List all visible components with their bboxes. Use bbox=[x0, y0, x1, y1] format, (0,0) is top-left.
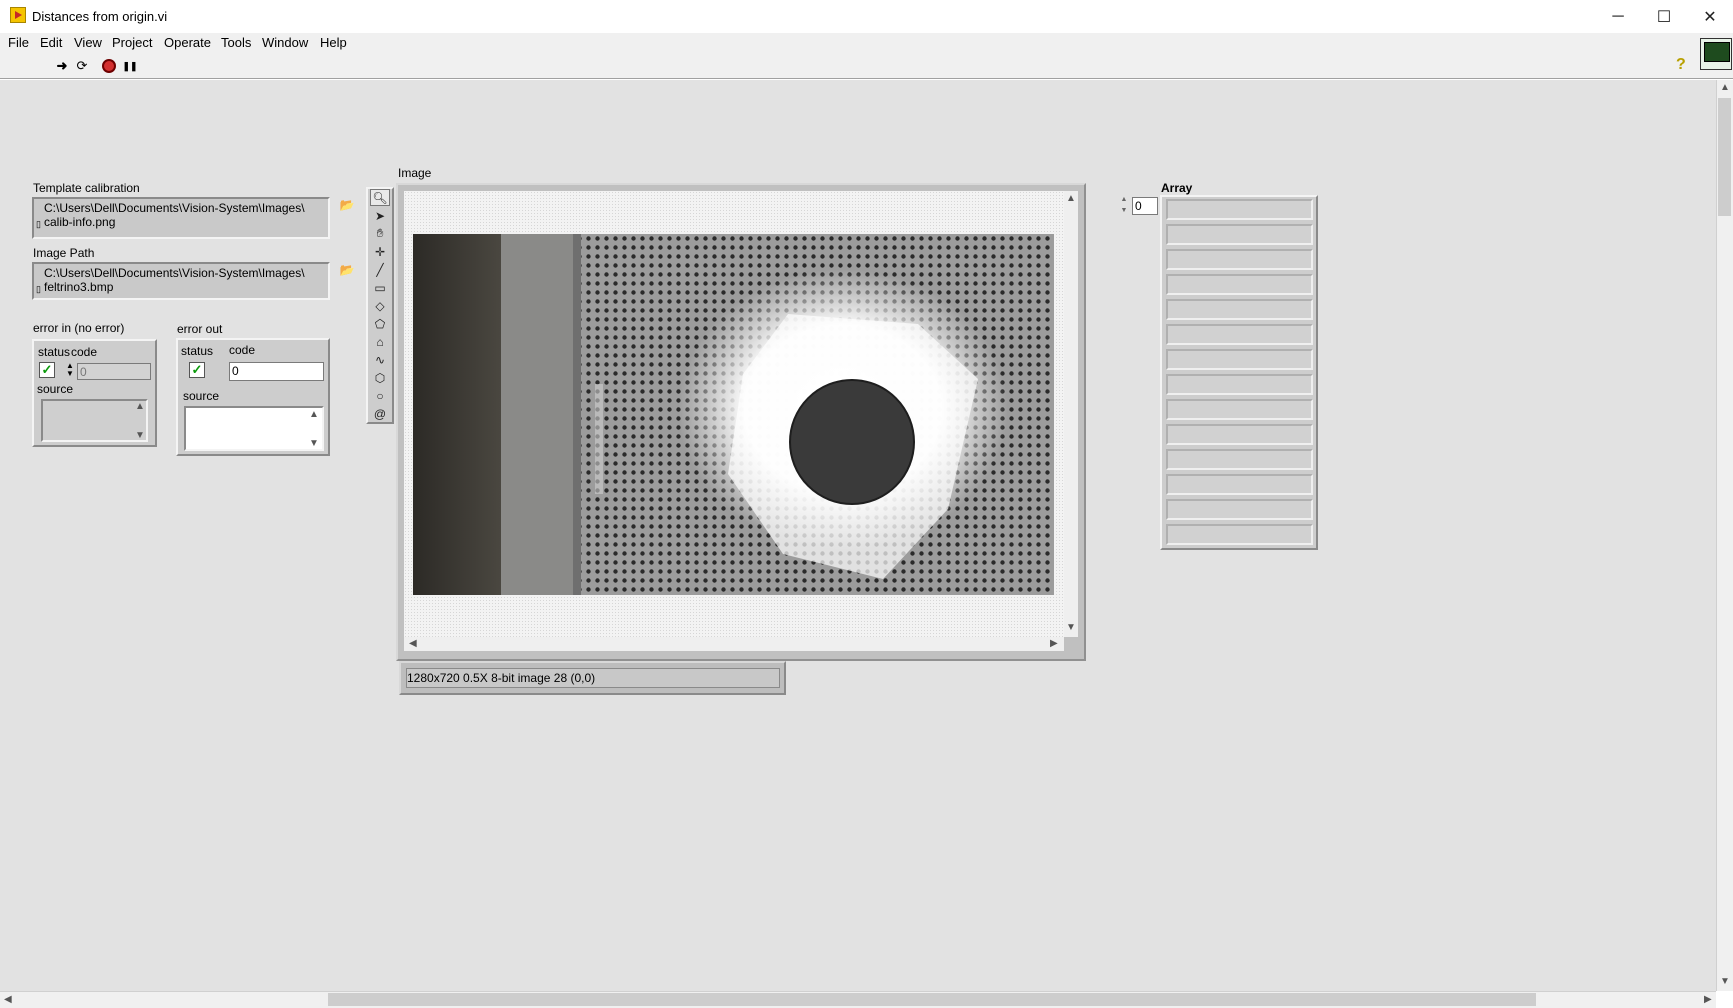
rotated-rect-icon[interactable]: ◇ bbox=[370, 297, 390, 314]
panel-vertical-scroll-thumb[interactable] bbox=[1718, 98, 1731, 216]
error-in-source-label: source bbox=[37, 382, 74, 396]
scroll-up-icon[interactable]: ▲ bbox=[1720, 82, 1730, 93]
menu-project[interactable]: Project bbox=[112, 35, 152, 50]
error-out-code-label: code bbox=[229, 343, 256, 357]
menu-edit[interactable]: Edit bbox=[40, 35, 62, 50]
pan-icon[interactable]: ✋︎ bbox=[370, 225, 390, 242]
scroll-right-icon[interactable]: ▶ bbox=[1050, 638, 1058, 649]
oval-icon[interactable]: ○ bbox=[370, 387, 390, 404]
folder-icon[interactable]: 📂 bbox=[334, 260, 360, 280]
array-element[interactable] bbox=[1166, 424, 1313, 445]
menu-file[interactable]: File bbox=[8, 35, 29, 50]
image-path-field[interactable]: ▯ C:\Users\Dell\Documents\Vision-System\… bbox=[32, 262, 330, 300]
error-out-source-field bbox=[184, 406, 324, 451]
scroll-down-icon[interactable]: ▼ bbox=[1720, 976, 1730, 987]
panel-vertical-scrollbar[interactable] bbox=[1716, 80, 1733, 991]
scroll-right-icon[interactable]: ▶ bbox=[1704, 994, 1712, 1005]
array-element[interactable] bbox=[1166, 199, 1313, 220]
run-continuously-icon[interactable]: ⟳ bbox=[74, 58, 90, 74]
context-help-icon[interactable]: ? bbox=[1676, 56, 1686, 74]
panel-horizontal-scroll-thumb[interactable] bbox=[328, 993, 1536, 1006]
path-indicator-icon: ▯ bbox=[36, 284, 41, 294]
image-info-text: 1280x720 0.5X 8-bit image 28 (0,0) bbox=[406, 668, 780, 688]
zoom-icon[interactable]: 🔍︎ bbox=[370, 189, 390, 206]
scroll-up-icon[interactable]: ▲ bbox=[309, 409, 319, 420]
minimize-button[interactable]: ─ bbox=[1595, 0, 1641, 33]
spiral-icon[interactable]: @ bbox=[370, 405, 390, 422]
image-label: Image bbox=[398, 166, 432, 180]
polygon-icon[interactable]: ⬠ bbox=[370, 315, 390, 332]
array-element[interactable] bbox=[1166, 524, 1313, 545]
error-in-label: error in (no error) bbox=[33, 321, 125, 335]
error-out-status-checkbox: ✓ bbox=[189, 362, 205, 378]
array-element[interactable] bbox=[1166, 324, 1313, 345]
polyline-icon[interactable]: ⌂ bbox=[370, 333, 390, 350]
rectangle-icon[interactable]: ▭ bbox=[370, 279, 390, 296]
image-content bbox=[413, 234, 1054, 595]
array-index-field[interactable]: 0 bbox=[1132, 197, 1158, 215]
pause-icon[interactable]: ❚❚ bbox=[122, 58, 138, 74]
image-path-label: Image Path bbox=[33, 246, 95, 260]
scroll-up-icon[interactable]: ▲ bbox=[1066, 193, 1076, 204]
scroll-left-icon[interactable]: ◀ bbox=[4, 994, 12, 1005]
line-icon[interactable]: ╱ bbox=[370, 261, 390, 278]
vi-connector-icon bbox=[1700, 38, 1732, 70]
array-label: Array bbox=[1161, 181, 1193, 195]
array-element[interactable] bbox=[1166, 399, 1313, 420]
toolbar bbox=[0, 54, 1733, 79]
menu-view[interactable]: View bbox=[74, 35, 102, 50]
error-out-status-label: status bbox=[181, 344, 214, 358]
error-in-status-checkbox[interactable]: ✓ bbox=[39, 362, 55, 378]
template-calibration-path[interactable]: ▯ C:\Users\Dell\Documents\Vision-System\… bbox=[32, 197, 330, 239]
scroll-down-icon[interactable]: ▼ bbox=[135, 430, 145, 441]
path-indicator-icon: ▯ bbox=[36, 219, 41, 229]
close-button[interactable]: ✕ bbox=[1687, 0, 1733, 33]
error-out-label: error out bbox=[177, 322, 223, 336]
code-increment-icon[interactable]: ▲ ▼ bbox=[66, 362, 74, 378]
template-calibration-label: Template calibration bbox=[33, 181, 140, 195]
pointer-icon[interactable]: ➤ bbox=[370, 207, 390, 224]
array-element[interactable] bbox=[1166, 299, 1313, 320]
index-stepper-icon[interactable]: ▲ ▼ bbox=[1118, 194, 1130, 218]
folder-icon[interactable]: 📂 bbox=[334, 195, 360, 215]
array-element[interactable] bbox=[1166, 449, 1313, 470]
menu-tools[interactable]: Tools bbox=[221, 35, 251, 50]
abort-execution-icon[interactable] bbox=[101, 58, 117, 74]
array-element[interactable] bbox=[1166, 499, 1313, 520]
scroll-down-icon[interactable]: ▼ bbox=[309, 438, 319, 449]
scroll-down-icon[interactable]: ▼ bbox=[1066, 622, 1076, 633]
freehand-icon[interactable]: ∿ bbox=[370, 351, 390, 368]
array-element[interactable] bbox=[1166, 374, 1313, 395]
error-out-source-label: source bbox=[183, 389, 220, 403]
array-element[interactable] bbox=[1166, 249, 1313, 270]
maximize-button[interactable]: ☐ bbox=[1641, 0, 1687, 33]
window-title: Distances from origin.vi bbox=[32, 9, 168, 24]
array-element[interactable] bbox=[1166, 349, 1313, 370]
array-element[interactable] bbox=[1166, 224, 1313, 245]
point-icon[interactable]: ✛ bbox=[370, 243, 390, 260]
error-in-code-field[interactable]: 0 bbox=[77, 363, 151, 380]
image-vertical-scrollbar[interactable] bbox=[1064, 191, 1078, 637]
error-in-code-label: code bbox=[71, 345, 98, 359]
title-bar bbox=[0, 0, 1733, 33]
menu-window[interactable]: Window bbox=[262, 35, 308, 50]
run-arrow-icon[interactable]: ➜ bbox=[54, 58, 70, 74]
menu-operate[interactable]: Operate bbox=[164, 35, 211, 50]
scroll-up-icon[interactable]: ▲ bbox=[135, 401, 145, 412]
array-element[interactable] bbox=[1166, 274, 1313, 295]
error-in-source-field[interactable] bbox=[41, 399, 148, 442]
menu-help[interactable]: Help bbox=[320, 35, 347, 50]
error-in-status-label: status bbox=[38, 345, 71, 359]
menu-bar bbox=[0, 33, 1733, 54]
labview-vi-icon bbox=[10, 7, 26, 23]
image-horizontal-scrollbar[interactable] bbox=[404, 637, 1064, 651]
array-element[interactable] bbox=[1166, 474, 1313, 495]
annulus-icon[interactable]: ⬡ bbox=[370, 369, 390, 386]
scroll-left-icon[interactable]: ◀ bbox=[409, 638, 417, 649]
error-out-code-field: 0 bbox=[229, 362, 324, 381]
